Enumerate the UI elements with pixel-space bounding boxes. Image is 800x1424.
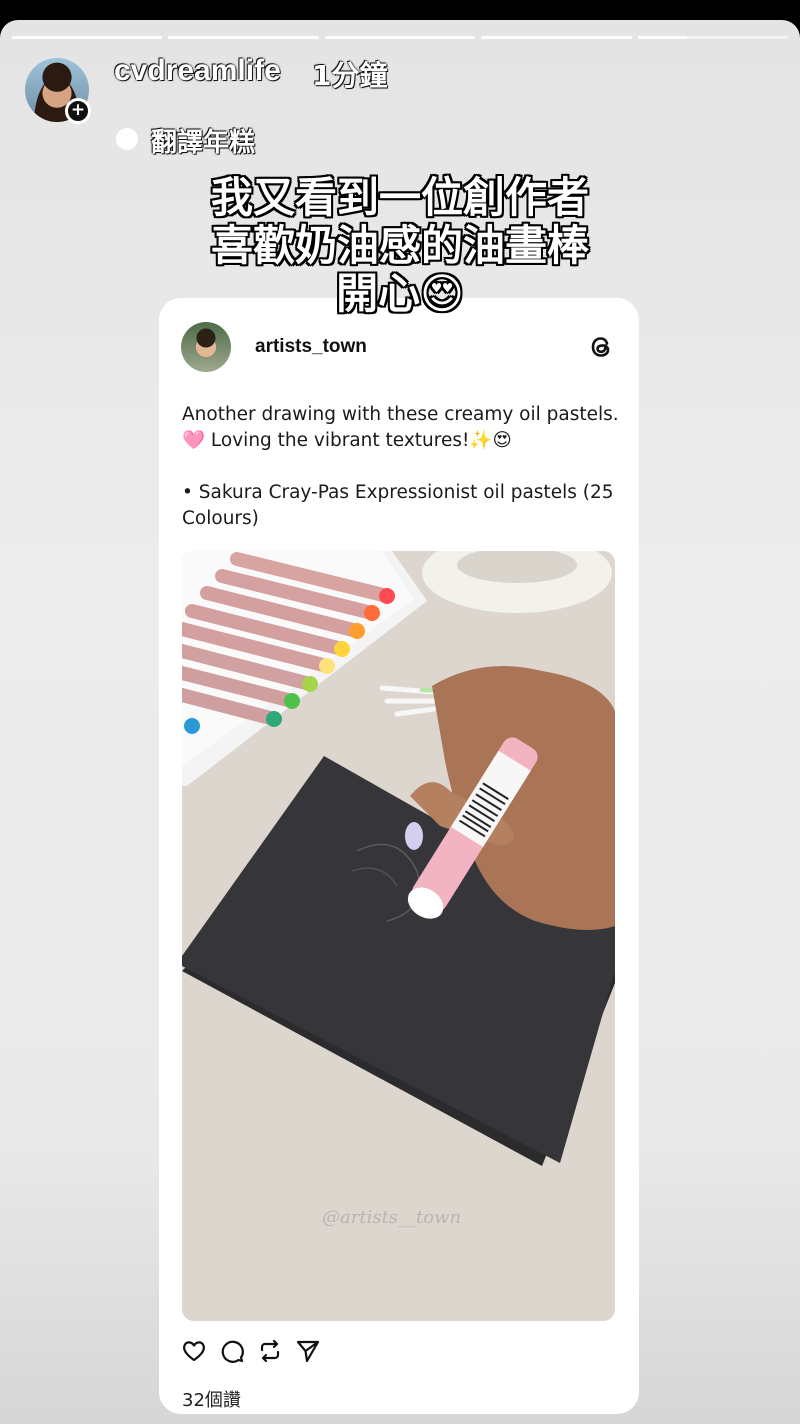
progress-segment [481,36,632,39]
sparkles-emoji: ✨ [469,430,493,451]
send-icon[interactable] [295,1338,321,1364]
post-text-segment: Loving the vibrant textures! [205,430,470,451]
caption-line: 開心😍 [336,269,464,318]
translate-icon[interactable] [116,128,138,150]
heart-eyes-emoji: 😍 [492,430,512,451]
story-username[interactable]: cvdreamlife [114,54,281,88]
comment-icon[interactable] [219,1338,245,1364]
post-paragraph: Another drawing with these creamy oil pa… [182,402,622,454]
story-caption: 我又看到一位創作者 喜歡奶油感的油畫棒 開心😍 [0,174,800,318]
pink-heart-emoji: 🩷 [182,430,206,451]
progress-segment [168,36,319,39]
post-paragraph: • Sakura Cray-Pas Expressionist oil past… [182,482,614,529]
shared-post-card[interactable]: artists_town Another drawing with these … [159,298,639,1414]
heart-icon[interactable] [181,1338,207,1364]
like-count[interactable]: 32個讚 [182,1386,241,1412]
progress-segment [637,36,789,39]
progress-segment [12,36,163,39]
post-avatar[interactable] [181,322,231,372]
post-body: Another drawing with these creamy oil pa… [182,402,622,558]
repost-icon[interactable] [257,1338,283,1364]
story-progress [12,36,789,40]
watermark-text: @artists__town [322,1207,461,1228]
caption-line: 我又看到一位創作者 [210,173,589,222]
post-media-image[interactable]: @artists__town [182,551,615,1321]
story-view[interactable]: + cvdreamlife 1分鐘 翻譯年糕 我又看到一位創作者 喜歡奶油感的油… [0,20,800,1424]
caption-line: 喜歡奶油感的油畫棒 [210,221,589,270]
follow-plus-icon[interactable]: + [65,98,91,124]
post-username[interactable]: artists_town [255,336,367,358]
translate-label[interactable]: 翻譯年糕 [151,122,255,159]
story-timestamp: 1分鐘 [312,59,388,92]
threads-logo-icon [591,337,610,357]
post-text-segment: Another drawing with these creamy oil pa… [182,404,619,425]
post-actions [181,1338,321,1364]
progress-segment [324,36,476,39]
oil-pastel-drawing-photo: @artists__town [182,551,615,1321]
